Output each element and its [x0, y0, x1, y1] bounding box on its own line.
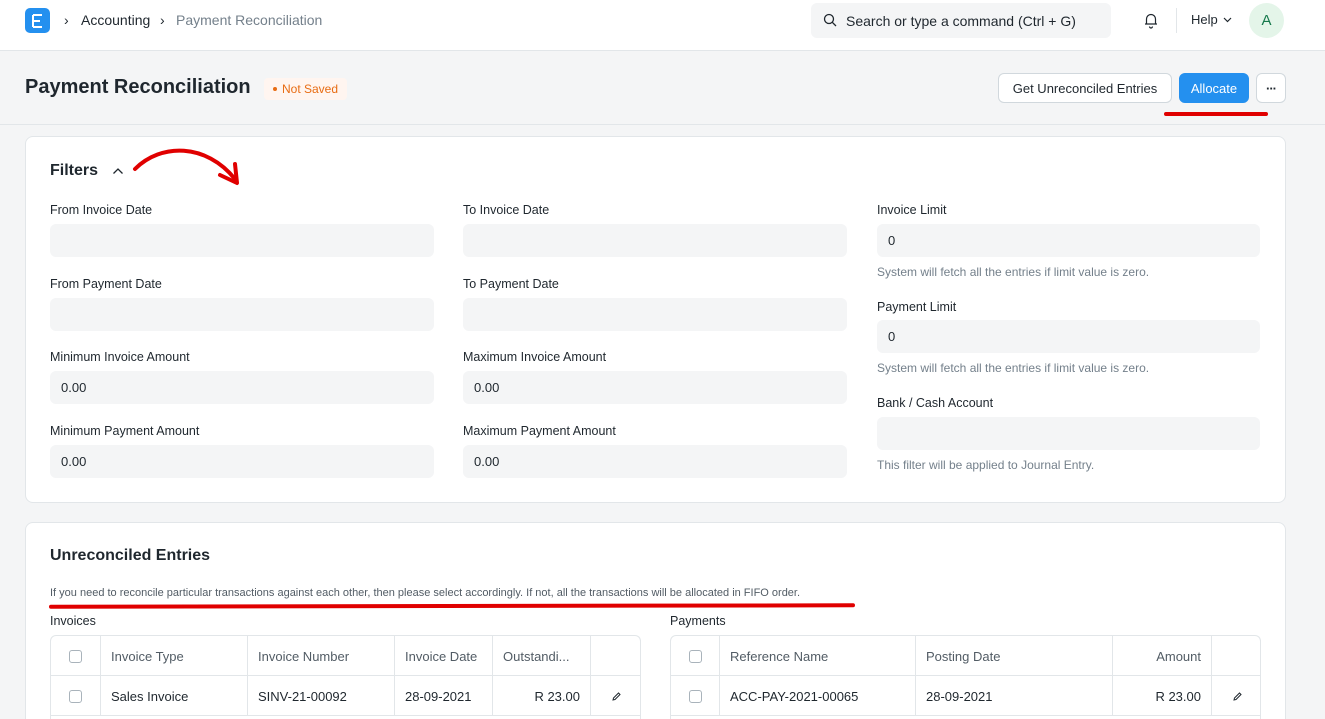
- min-payment-amount-input[interactable]: [50, 445, 434, 478]
- payment-limit-help: System will fetch all the entries if lim…: [877, 361, 1150, 375]
- amount-cell[interactable]: R 23.00: [1113, 676, 1212, 716]
- erpnext-logo-icon: [32, 13, 42, 28]
- outstanding-cell[interactable]: R 23.00: [493, 676, 591, 716]
- chevron-up-icon[interactable]: [112, 167, 124, 175]
- search-icon: [823, 13, 837, 27]
- select-all-invoices-checkbox[interactable]: [69, 649, 82, 663]
- annotation-underline-description: [48, 603, 856, 609]
- unreconciled-entries-title: Unreconciled Entries: [50, 547, 211, 564]
- search-input[interactable]: [846, 3, 1106, 38]
- edit-row-cell: [591, 676, 640, 716]
- invoice-number-cell[interactable]: SINV-21-00092: [248, 676, 395, 716]
- edit-pencil-icon[interactable]: [611, 691, 622, 702]
- invoice-type-cell[interactable]: Sales Invoice: [101, 676, 248, 716]
- min-payment-amount-label: Minimum Payment Amount: [50, 424, 200, 438]
- max-invoice-amount-input[interactable]: [463, 371, 847, 404]
- payment-limit-label: Payment Limit: [877, 300, 957, 314]
- row-checkbox[interactable]: [688, 689, 702, 703]
- reference-name-cell[interactable]: ACC-PAY-2021-00065: [720, 676, 916, 716]
- annotation-arrow-icon: [133, 148, 239, 185]
- row-checkbox-cell: [671, 676, 720, 716]
- invoice-limit-input[interactable]: [877, 224, 1260, 257]
- payment-limit-input[interactable]: [877, 320, 1260, 353]
- chevron-down-icon: [1223, 17, 1232, 22]
- filters-section: Filters From Invoice Date From Payment D…: [25, 136, 1286, 503]
- table-row[interactable]: ACC-PAY-2021-00065 28-09-2021 R 23.00: [671, 676, 1260, 716]
- edit-pencil-icon[interactable]: [1232, 691, 1243, 702]
- payments-table: Reference Name Posting Date Amount ACC-P…: [670, 635, 1261, 719]
- select-all-payments-checkbox[interactable]: [688, 649, 702, 663]
- awesomebar: [811, 3, 1111, 38]
- column-edit: [1212, 636, 1260, 676]
- unreconciled-entries-section: Unreconciled Entries If you need to reco…: [25, 522, 1286, 719]
- to-invoice-date-input[interactable]: [463, 224, 847, 257]
- row-checkbox-cell: [51, 676, 101, 716]
- user-avatar[interactable]: A: [1249, 3, 1284, 38]
- allocate-button[interactable]: Allocate: [1179, 73, 1249, 103]
- invoices-table: Invoice Type Invoice Number Invoice Date…: [50, 635, 641, 719]
- status-dot-icon: [273, 87, 277, 91]
- max-invoice-amount-label: Maximum Invoice Amount: [463, 350, 607, 364]
- get-unreconciled-entries-button[interactable]: Get Unreconciled Entries: [998, 73, 1172, 103]
- column-outstanding[interactable]: Outstandi...: [493, 636, 591, 676]
- payments-header-row: Reference Name Posting Date Amount: [671, 636, 1260, 676]
- breadcrumb-accounting[interactable]: Accounting: [81, 12, 150, 28]
- column-invoice-number[interactable]: Invoice Number: [248, 636, 395, 676]
- invoice-date-cell[interactable]: 28-09-2021: [395, 676, 493, 716]
- max-payment-amount-input[interactable]: [463, 445, 847, 478]
- to-payment-date-label: To Payment Date: [463, 277, 559, 291]
- breadcrumb-chevron-icon: ›: [160, 12, 165, 28]
- payments-label: Payments: [670, 614, 726, 628]
- select-all-payments-checkbox-cell: [671, 636, 720, 676]
- min-invoice-amount-input[interactable]: [50, 371, 434, 404]
- from-payment-date-label: From Payment Date: [50, 277, 162, 291]
- table-row[interactable]: Sales Invoice SINV-21-00092 28-09-2021 R…: [51, 676, 640, 716]
- navbar-divider: [1176, 8, 1177, 33]
- unreconciled-entries-description: If you need to reconcile particular tran…: [50, 587, 801, 599]
- column-amount[interactable]: Amount: [1113, 636, 1212, 676]
- column-invoice-date[interactable]: Invoice Date: [395, 636, 493, 676]
- from-invoice-date-label: From Invoice Date: [50, 203, 153, 217]
- min-invoice-amount-label: Minimum Invoice Amount: [50, 350, 190, 364]
- status-badge: Not Saved: [264, 78, 348, 100]
- max-payment-amount-label: Maximum Payment Amount: [463, 424, 616, 438]
- from-invoice-date-input[interactable]: [50, 224, 434, 257]
- more-actions-button[interactable]: ···: [1256, 73, 1286, 103]
- annotation-underline-allocate: [1164, 112, 1268, 116]
- invoices-label: Invoices: [50, 614, 96, 628]
- page-title: Payment Reconciliation: [25, 76, 251, 98]
- posting-date-cell[interactable]: 28-09-2021: [916, 676, 1113, 716]
- header-divider: [0, 124, 1325, 125]
- breadcrumb-current[interactable]: Payment Reconciliation: [176, 12, 322, 28]
- invoice-limit-label: Invoice Limit: [877, 203, 947, 217]
- select-all-invoices-checkbox-cell: [51, 636, 101, 676]
- app-logo[interactable]: [25, 8, 50, 33]
- navbar: › Accounting › Payment Reconciliation He…: [0, 0, 1325, 51]
- notification-bell-icon[interactable]: [1142, 11, 1160, 29]
- column-invoice-type[interactable]: Invoice Type: [101, 636, 248, 676]
- filters-title[interactable]: Filters: [50, 162, 98, 180]
- help-dropdown[interactable]: Help: [1191, 12, 1232, 27]
- row-checkbox[interactable]: [69, 689, 82, 703]
- bank-cash-account-label: Bank / Cash Account: [877, 396, 994, 410]
- status-text: Not Saved: [282, 82, 339, 96]
- column-edit: [591, 636, 640, 676]
- column-posting-date[interactable]: Posting Date: [916, 636, 1113, 676]
- invoice-limit-help: System will fetch all the entries if lim…: [877, 265, 1150, 279]
- bank-cash-account-help: This filter will be applied to Journal E…: [877, 458, 1095, 472]
- invoices-header-row: Invoice Type Invoice Number Invoice Date…: [51, 636, 640, 676]
- from-payment-date-input[interactable]: [50, 298, 434, 331]
- to-invoice-date-label: To Invoice Date: [463, 203, 550, 217]
- to-payment-date-input[interactable]: [463, 298, 847, 331]
- column-reference-name[interactable]: Reference Name: [720, 636, 916, 676]
- edit-row-cell: [1212, 676, 1260, 716]
- breadcrumb-chevron-icon: ›: [64, 12, 69, 28]
- bank-cash-account-input[interactable]: [877, 417, 1260, 450]
- help-label: Help: [1191, 12, 1218, 27]
